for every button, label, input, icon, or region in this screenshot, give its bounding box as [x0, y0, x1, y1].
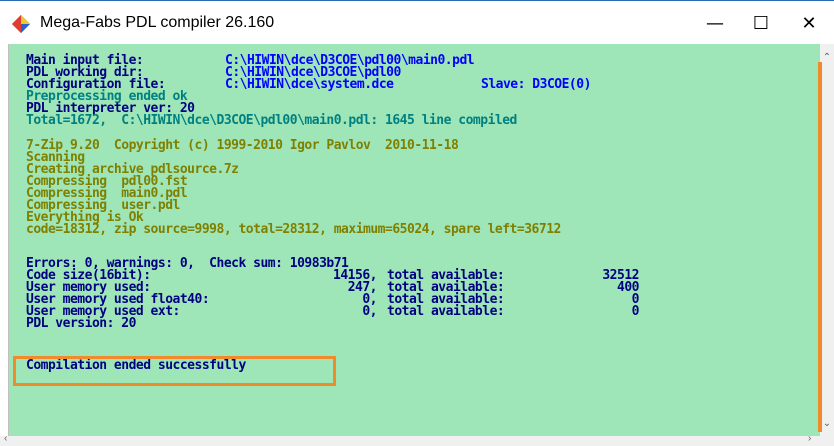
horizontal-scrollbar[interactable]: ‹ ›	[0, 433, 834, 446]
summary-row-value: 0,	[362, 304, 377, 319]
minimize-button[interactable]: —	[692, 1, 738, 45]
scroll-highlight-bar	[818, 62, 822, 432]
summary-row-avail: 400	[617, 280, 639, 295]
summary-row-avail: 0	[631, 304, 640, 319]
scroll-down-icon[interactable]: ⌄	[820, 416, 834, 430]
title-bar[interactable]: Mega-Fabs PDL compiler 26.160 — ☐ ✕	[0, 0, 834, 44]
success-highlight-box	[13, 356, 336, 386]
maximize-button[interactable]: ☐	[738, 1, 784, 45]
total-lines-compiled: Total=1672, C:\HIWIN\dce\D3COE\pdl00\mai…	[26, 113, 517, 128]
vertical-scrollbar[interactable]: ⌃ ⌄	[820, 44, 834, 436]
scroll-right-icon[interactable]: ›	[808, 433, 811, 444]
mega-fabs-app-icon	[12, 15, 30, 33]
window-title: Mega-Fabs PDL compiler 26.160	[40, 14, 275, 31]
close-button[interactable]: ✕	[786, 1, 832, 45]
zip-banner: 7-Zip 9.20 Copyright (c) 1999-2010 Igor …	[26, 138, 459, 153]
scroll-left-icon[interactable]: ‹	[4, 433, 7, 444]
config-file-value: C:\HIWIN\dce\system.dce	[225, 77, 394, 92]
zip-summary: code=18312, zip source=9998, total=28312…	[26, 222, 561, 237]
summary-row-avail: 0	[631, 292, 640, 307]
summary-row-avail-label: total available:	[387, 304, 505, 319]
pdl-version: PDL version: 20	[26, 316, 136, 331]
compiler-window: Mega-Fabs PDL compiler 26.160 — ☐ ✕ Main…	[0, 0, 834, 446]
slave-value: Slave: D3COE(0)	[481, 77, 591, 92]
scroll-up-icon[interactable]: ⌃	[820, 50, 834, 64]
